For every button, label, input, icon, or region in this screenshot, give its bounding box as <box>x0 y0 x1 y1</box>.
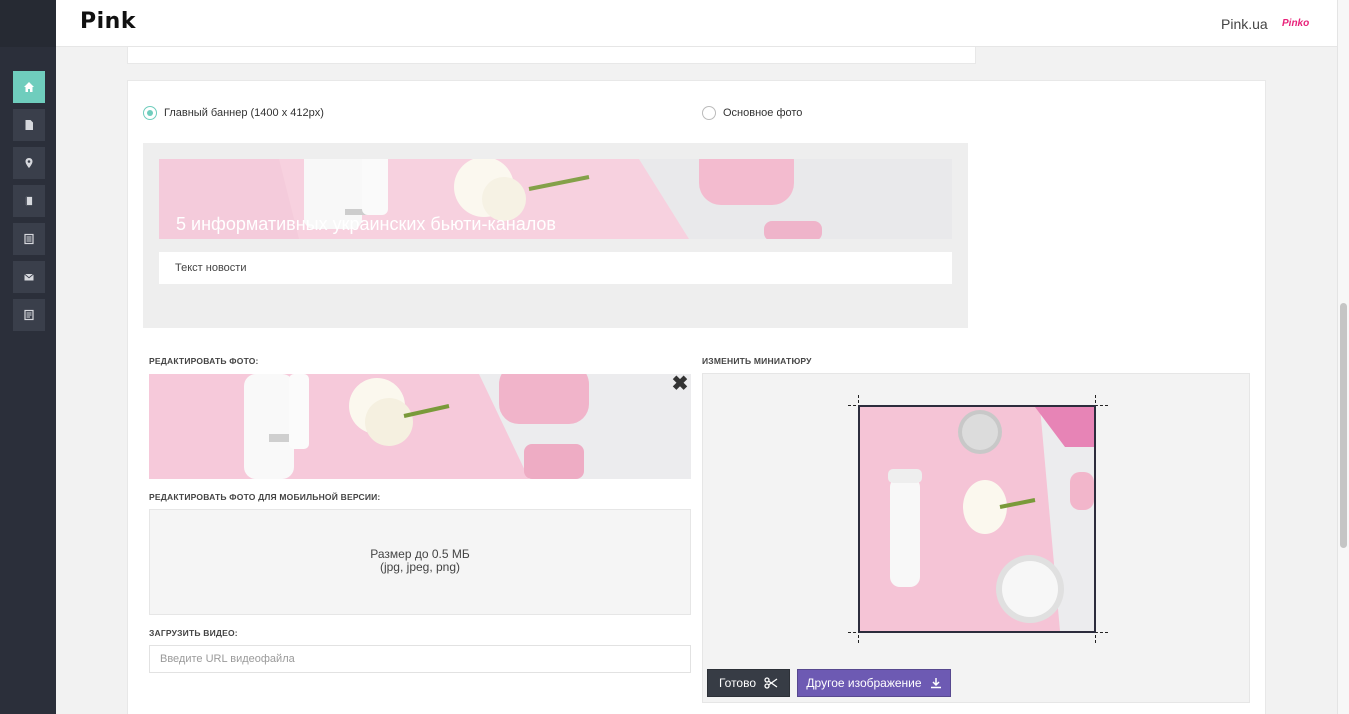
banner-title: 5 информативных украинских бьюти-каналов <box>176 214 556 234</box>
page-icon <box>24 309 34 321</box>
location-pin-icon <box>25 158 33 168</box>
thumbnail-photo <box>860 407 1094 631</box>
edit-photo-preview <box>149 374 691 479</box>
download-icon <box>930 678 941 689</box>
sidebar-item-home[interactable] <box>13 71 45 103</box>
upload-video-label: Загрузить видео: <box>149 628 238 638</box>
radio-main-photo-label: Основное фото <box>723 107 803 119</box>
sidebar-top-strip <box>0 0 56 47</box>
radio-main-photo[interactable]: Основное фото <box>702 106 802 120</box>
previous-card <box>127 47 976 64</box>
sidebar-item-locations[interactable] <box>13 147 45 179</box>
remove-photo-close-icon[interactable]: ✖ <box>670 374 690 394</box>
done-button[interactable]: Готово <box>707 669 790 697</box>
edit-photo-image <box>149 374 691 479</box>
envelope-icon <box>24 273 34 281</box>
radio-main-banner[interactable]: Главный баннер (1400 x 412px) <box>143 106 324 120</box>
home-icon <box>24 82 34 92</box>
edit-mobile-photo-label: Редактировать фото для мобильной версии: <box>149 492 381 502</box>
edit-photo-label: Редактировать фото: <box>149 356 259 366</box>
done-button-label: Готово <box>718 676 757 690</box>
app-logo[interactable]: Pink <box>80 9 136 34</box>
video-url-input[interactable] <box>149 645 691 673</box>
scrollbar-thumb[interactable] <box>1340 303 1347 548</box>
sidebar-item-documents[interactable] <box>13 109 45 141</box>
news-text-preview[interactable]: Текст новости <box>159 252 952 284</box>
change-thumbnail-label: Изменить миниатюру <box>702 356 812 366</box>
thumbnail-crop-area[interactable] <box>858 405 1096 633</box>
site-link[interactable]: Pink.ua <box>1221 16 1268 32</box>
sidebar-item-pages[interactable] <box>13 223 45 255</box>
sidebar-item-mail[interactable] <box>13 261 45 293</box>
list-page-icon <box>24 233 34 245</box>
sidebar <box>0 0 56 714</box>
scissors-icon <box>764 677 778 689</box>
upload-size-hint: Размер до 0.5 МБ <box>370 547 470 561</box>
radio-main-banner-indicator[interactable] <box>143 106 157 120</box>
mobile-photo-upload-area[interactable]: Размер до 0.5 МБ (jpg, jpeg, png) <box>149 509 691 615</box>
upload-types-hint: (jpg, jpeg, png) <box>379 560 461 574</box>
top-header: Pink Pink.ua Pinko <box>56 0 1337 47</box>
sidebar-item-reports[interactable] <box>13 299 45 331</box>
site-logo[interactable]: Pinko <box>1282 18 1309 29</box>
other-image-button[interactable]: Другое изображение <box>797 669 951 697</box>
document-icon <box>25 120 33 130</box>
other-image-button-label: Другое изображение <box>806 676 922 690</box>
radio-main-banner-label: Главный баннер (1400 x 412px) <box>164 107 324 119</box>
book-icon <box>25 196 33 206</box>
sidebar-item-books[interactable] <box>13 185 45 217</box>
radio-main-photo-indicator[interactable] <box>702 106 716 120</box>
